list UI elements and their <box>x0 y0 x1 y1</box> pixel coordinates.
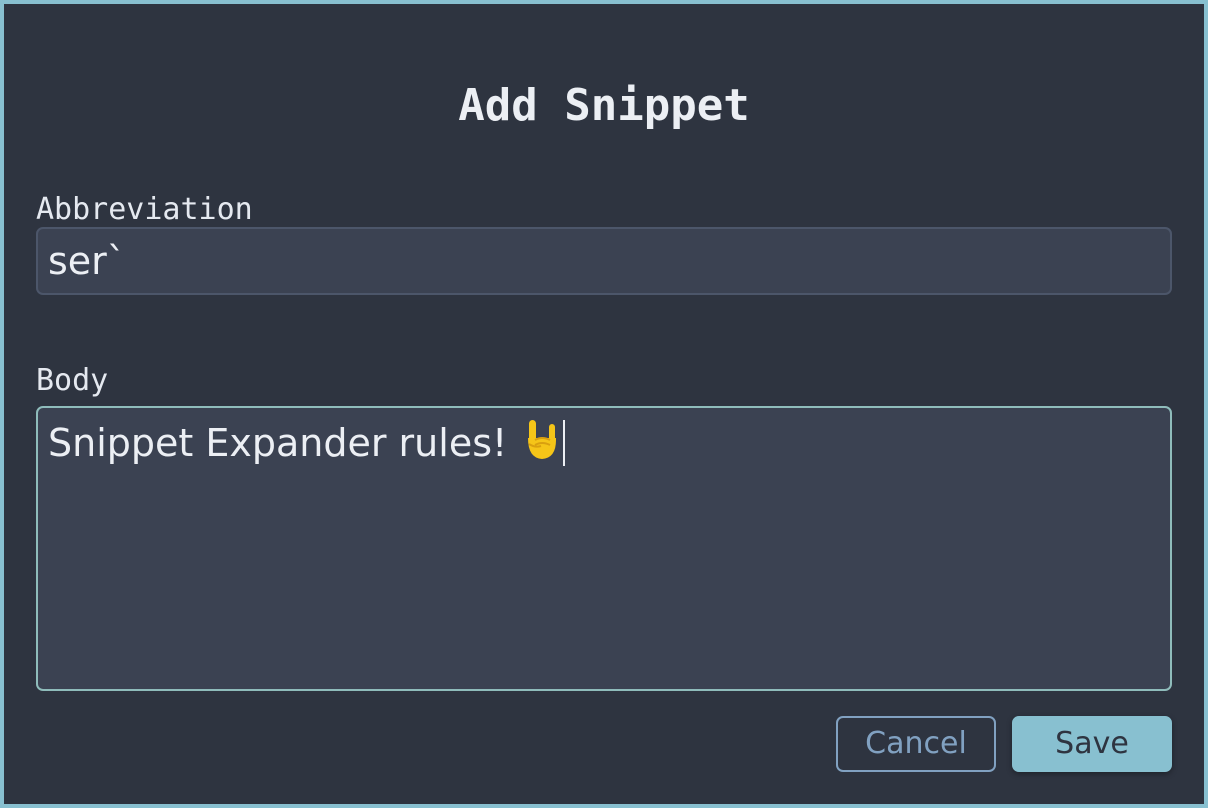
body-value: Snippet Expander rules! <box>48 421 508 465</box>
add-snippet-dialog: Add Snippet Abbreviation ser` Body Snipp… <box>0 0 1208 808</box>
abbreviation-input[interactable]: ser` <box>36 227 1172 295</box>
sign-of-the-horns-icon <box>523 418 561 471</box>
dialog-title: Add Snippet <box>458 80 750 131</box>
body-textarea[interactable]: Snippet Expander rules! <box>36 406 1172 691</box>
save-button[interactable]: Save <box>1012 716 1172 772</box>
body-label: Body <box>36 363 109 398</box>
cancel-button[interactable]: Cancel <box>836 716 996 772</box>
abbreviation-label: Abbreviation <box>36 192 253 227</box>
abbreviation-value: ser` <box>48 239 126 283</box>
text-cursor <box>563 420 566 466</box>
